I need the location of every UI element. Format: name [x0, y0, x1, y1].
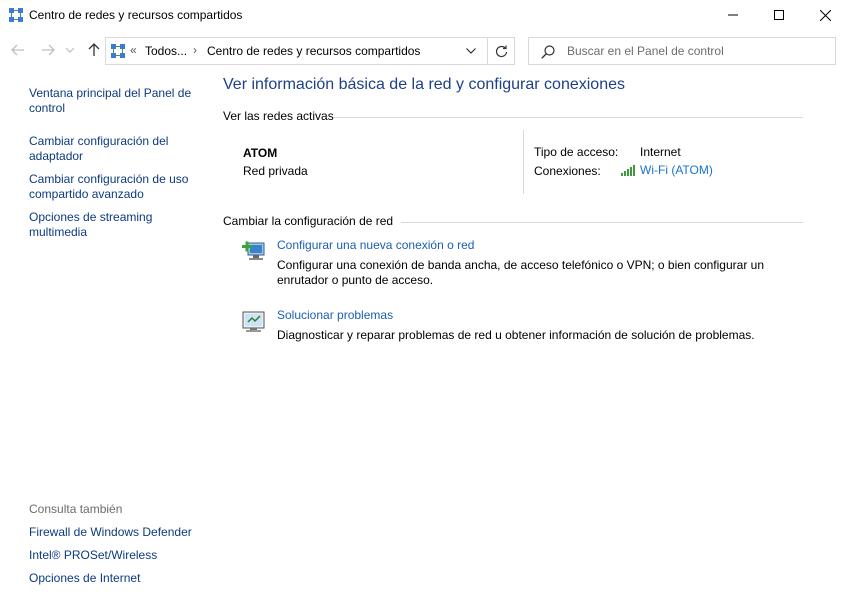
network-center-icon [9, 8, 23, 22]
troubleshoot-icon [242, 311, 265, 332]
minimize-button[interactable] [710, 0, 756, 30]
up-button[interactable] [84, 40, 104, 60]
new-connection-link[interactable]: Configurar una nueva conexión o red [277, 238, 474, 252]
network-profile-type: Red privada [243, 164, 308, 178]
see-also-heading: Consulta también [29, 502, 123, 516]
section-divider [401, 222, 803, 223]
refresh-button[interactable] [487, 38, 515, 64]
network-center-icon [111, 44, 125, 58]
arrow-right-icon [42, 44, 55, 56]
address-dropdown-button[interactable] [461, 42, 481, 60]
access-type-value: Internet [640, 145, 681, 159]
search-box[interactable] [528, 37, 836, 65]
refresh-icon [495, 45, 508, 57]
breadcrumb-current[interactable]: Centro de redes y recursos compartidos [207, 44, 420, 58]
troubleshoot-description: Diagnosticar y reparar problemas de red … [277, 328, 755, 342]
active-networks-label: Ver las redes activas [223, 109, 334, 123]
wifi-connection-link[interactable]: Wi-Fi (ATOM) [621, 163, 713, 177]
breadcrumb-overflow[interactable]: « [130, 43, 137, 57]
close-icon [819, 9, 831, 21]
access-type-label: Tipo de acceso: [534, 145, 619, 159]
back-button[interactable] [8, 40, 28, 60]
maximize-icon [774, 10, 784, 20]
wifi-signal-icon [621, 164, 635, 176]
network-details-divider [523, 130, 524, 194]
arrow-up-icon [88, 43, 100, 56]
wifi-connection-label[interactable]: Wi-Fi (ATOM) [640, 163, 713, 177]
chevron-down-icon [466, 48, 476, 54]
window-title: Centro de redes y recursos compartidos [29, 8, 243, 22]
maximize-button[interactable] [756, 0, 802, 30]
see-also-link-firewall[interactable]: Firewall de Windows Defender [29, 525, 207, 540]
page-title: Ver información básica de la red y confi… [223, 76, 625, 93]
troubleshoot-link[interactable]: Solucionar problemas [277, 308, 393, 322]
navigation-bar: « Todos... › Centro de redes y recursos … [0, 34, 848, 66]
address-bar[interactable]: « Todos... › Centro de redes y recursos … [105, 37, 515, 65]
section-divider [333, 117, 803, 118]
see-also-link-intel-proset[interactable]: Intel® PROSet/Wireless [29, 548, 207, 563]
search-input[interactable] [567, 42, 827, 60]
connections-label: Conexiones: [534, 164, 601, 178]
sidebar-link-advanced-sharing[interactable]: Cambiar configuración de uso compartido … [29, 172, 207, 202]
close-button[interactable] [802, 0, 848, 30]
sidebar-link-media-streaming[interactable]: Opciones de streaming multimedia [29, 210, 207, 240]
new-connection-description: Configurar una conexión de banda ancha, … [277, 258, 764, 287]
recent-locations-button[interactable] [64, 40, 76, 60]
new-connection-icon [242, 241, 265, 260]
forward-button[interactable] [38, 40, 58, 60]
chevron-down-icon [66, 47, 74, 53]
sidebar: Ventana principal del Panel de control C… [0, 70, 210, 605]
minimize-icon [728, 14, 738, 16]
search-icon [541, 45, 555, 59]
change-settings-label: Cambiar la configuración de red [223, 214, 394, 228]
breadcrumb-root[interactable]: Todos... [145, 44, 187, 58]
see-also-link-internet-options[interactable]: Opciones de Internet [29, 571, 207, 586]
title-bar: Centro de redes y recursos compartidos [0, 0, 848, 30]
sidebar-link-control-panel-home[interactable]: Ventana principal del Panel de control [29, 86, 207, 116]
sidebar-link-adapter-settings[interactable]: Cambiar configuración del adaptador [29, 134, 207, 164]
network-name: ATOM [243, 146, 278, 160]
arrow-left-icon [11, 44, 24, 56]
breadcrumb-separator[interactable]: › [193, 43, 197, 57]
